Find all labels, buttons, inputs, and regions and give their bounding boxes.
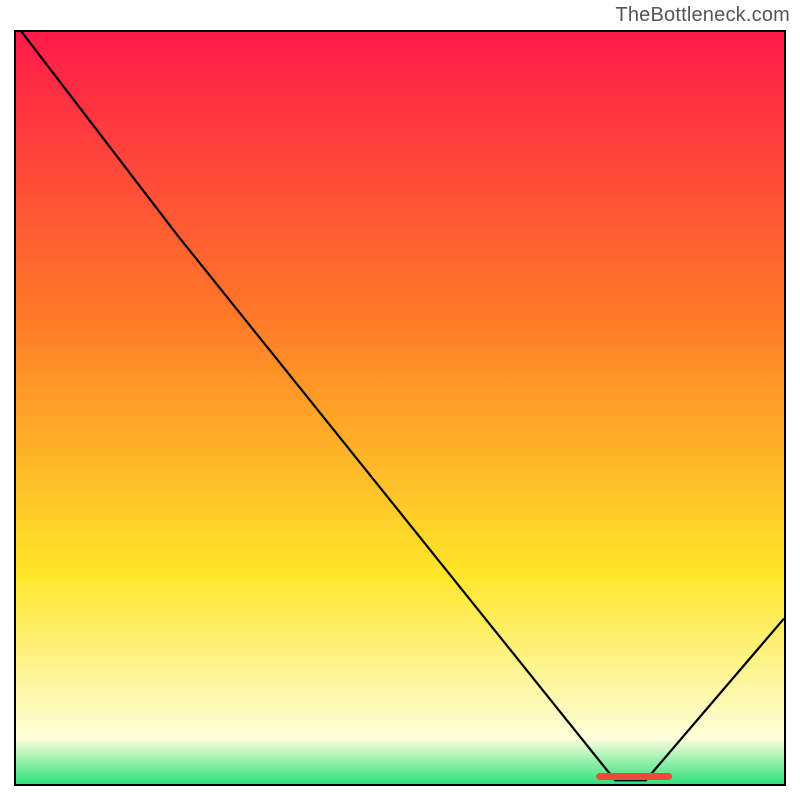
chart-svg [16,32,784,784]
chart-container [14,30,786,786]
gradient-background [16,32,784,784]
watermark-text: TheBottleneck.com [615,4,790,27]
